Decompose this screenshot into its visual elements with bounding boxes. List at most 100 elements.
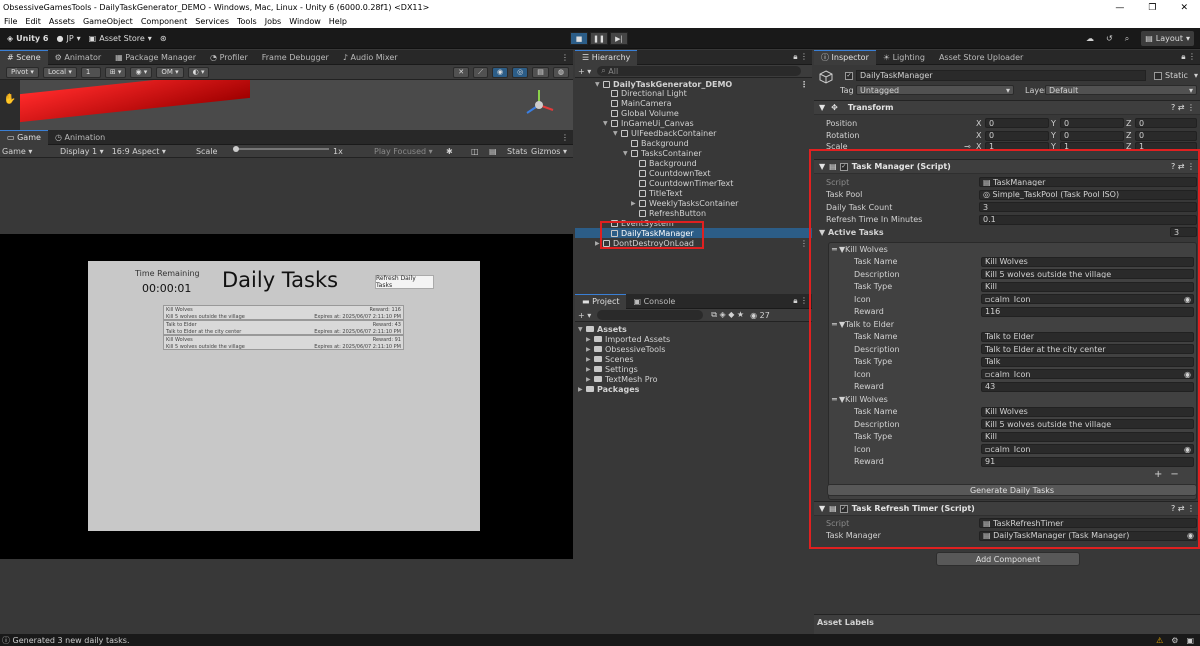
local-dropdown[interactable]: Local ▾ <box>42 66 77 78</box>
tab-console[interactable]: ▣ Console <box>626 294 682 309</box>
tree-item[interactable]: ▼ Assets <box>575 324 812 334</box>
menu-tools[interactable]: Tools <box>233 17 261 26</box>
menu-jobs[interactable]: Jobs <box>261 17 286 26</box>
tree-item[interactable]: ▶ Packages <box>575 384 812 394</box>
hierarchy-item[interactable]: ▶ WeeklyTasksContainer <box>575 198 812 208</box>
menu-services[interactable]: Services <box>191 17 233 26</box>
scene-root[interactable]: ▼ DailyTaskGenerator_DEMO ⋮ <box>575 78 812 89</box>
camera-icon[interactable]: ⟋ <box>473 66 489 78</box>
notification-icon[interactable]: ▣ <box>1186 636 1194 645</box>
aspect-dropdown[interactable]: 16:9 Aspect ▾ <box>112 147 166 156</box>
hierarchy-item[interactable]: Global Volume <box>575 108 812 118</box>
scale-slider[interactable] <box>234 148 329 150</box>
unity-menu-button[interactable]: ◈ Unity 6 <box>3 31 52 46</box>
mute-icon[interactable]: ◫ <box>471 147 479 156</box>
menu-file[interactable]: File <box>0 17 21 26</box>
tools-icon[interactable]: ✕ <box>453 66 470 78</box>
scene-view[interactable]: ✋ <box>0 80 573 130</box>
hierarchy-search-input[interactable]: ⌕ All <box>597 66 802 76</box>
hierarchy-item[interactable]: CountdownText <box>575 168 812 178</box>
shortcut-icon[interactable]: ▤ <box>489 147 497 156</box>
hierarchy-item[interactable]: Directional Light <box>575 88 812 98</box>
menu-gameobject[interactable]: GameObject <box>79 17 137 26</box>
layout-dropdown[interactable]: ▤ Layout ▾ <box>1141 31 1194 46</box>
debug-icon[interactable]: ⚙ <box>1171 636 1178 645</box>
chevron-down-icon[interactable]: ▾ <box>1194 71 1198 80</box>
tab-package-manager[interactable]: ▦ Package Manager <box>108 50 203 65</box>
component-menu-icon[interactable]: ? ⇄ ⋮ <box>1171 103 1200 112</box>
position-z-field[interactable]: 0 <box>1135 118 1197 129</box>
step-button[interactable]: ▶| <box>610 32 628 45</box>
effects-dropdown[interactable]: ◐ ▾ <box>187 66 210 78</box>
tab-audio-mixer[interactable]: ♪ Audio Mixer <box>336 50 405 65</box>
pause-button[interactable]: ❚❚ <box>590 32 608 45</box>
hierarchy-item[interactable]: CountdownTimerText <box>575 178 812 188</box>
grid-size-field[interactable]: 1 <box>80 66 101 78</box>
tab-lighting[interactable]: ☀ Lighting <box>876 50 932 65</box>
tab-hierarchy[interactable]: ☰ Hierarchy <box>575 49 638 65</box>
hierarchy-item[interactable]: ▼ UIFeedbackContainer <box>575 128 812 138</box>
hierarchy-item[interactable]: RefreshButton <box>575 208 812 218</box>
gizmos-dropdown[interactable]: Gizmos ▾ <box>531 147 567 156</box>
asset-store-button[interactable]: ▣ Asset Store ▾ <box>85 31 156 46</box>
bug-icon[interactable]: ✱ <box>446 147 453 156</box>
tab-inspector[interactable]: ⓘ Inspector <box>814 49 876 65</box>
version-control-button[interactable]: ⊛ <box>156 31 171 46</box>
position-y-field[interactable]: 0 <box>1060 118 1124 129</box>
add-icon[interactable]: + ▾ <box>578 67 591 76</box>
active-checkbox[interactable]: ✓ <box>845 72 853 80</box>
filter-icon[interactable]: ⧉ ◈ ◆ ★ <box>711 310 744 320</box>
object-name-input[interactable]: DailyTaskManager <box>856 70 1146 81</box>
more-options-icon[interactable]: ⋮ <box>561 133 573 142</box>
project-search-input[interactable] <box>597 310 704 320</box>
eye-icon[interactable]: ◎ <box>512 66 529 78</box>
position-x-field[interactable]: 0 <box>985 118 1049 129</box>
tag-dropdown[interactable]: Untagged ▾ <box>856 85 1014 95</box>
visibility-icon[interactable]: ◉ <box>492 66 509 78</box>
hierarchy-item[interactable]: ▼ InGameUi_Canvas <box>575 118 812 128</box>
refresh-daily-tasks-button[interactable]: Refresh Daily Tasks <box>375 275 434 289</box>
add-icon[interactable]: + ▾ <box>578 311 591 320</box>
menu-window[interactable]: Window <box>285 17 325 26</box>
hierarchy-item[interactable]: TitleText <box>575 188 812 198</box>
menu-edit[interactable]: Edit <box>21 17 45 26</box>
more-options-icon[interactable]: ⋮ <box>561 53 573 62</box>
progress-icon[interactable]: ⚠ <box>1156 636 1163 645</box>
menu-component[interactable]: Component <box>137 17 191 26</box>
game-mode-dropdown[interactable]: Game ▾ <box>2 147 52 156</box>
tab-profiler[interactable]: ◔ Profiler <box>203 50 255 65</box>
maximize-icon[interactable]: ❐ <box>1148 3 1156 13</box>
tab-project[interactable]: ▬ Project <box>575 293 627 309</box>
minimize-icon[interactable]: — <box>1115 3 1124 13</box>
pivot-dropdown[interactable]: Pivot ▾ <box>6 66 39 78</box>
scale-slider-handle[interactable] <box>233 146 239 152</box>
more-options-icon[interactable]: ⋮ <box>800 80 812 89</box>
layers-icon[interactable]: ▤ <box>532 66 549 78</box>
tree-item[interactable]: ▶ Settings <box>575 364 812 374</box>
tab-game[interactable]: ▭ Game <box>0 129 48 145</box>
hierarchy-item[interactable]: Background <box>575 158 812 168</box>
static-checkbox[interactable] <box>1154 72 1162 80</box>
tab-asset-store-uploader[interactable]: Asset Store Uploader <box>932 50 1030 65</box>
asset-labels-bar[interactable]: Asset Labels <box>814 614 1200 634</box>
stats-button[interactable]: Stats <box>507 147 527 156</box>
play-focused-dropdown[interactable]: Play Focused ▾ <box>374 147 433 156</box>
render-mode-dropdown[interactable]: ◉ ▾ <box>130 66 153 78</box>
rotation-z-field[interactable]: 0 <box>1135 130 1197 141</box>
tree-item[interactable]: ▶ ObsessiveTools <box>575 344 812 354</box>
tab-animator[interactable]: ⚙ Animator <box>48 50 109 65</box>
add-component-button[interactable]: Add Component <box>936 552 1080 566</box>
menu-assets[interactable]: Assets <box>45 17 79 26</box>
tree-item[interactable]: ▶ Imported Assets <box>575 334 812 344</box>
hand-tool-icon[interactable]: ✋ <box>0 94 20 105</box>
layer-dropdown[interactable]: Default ▾ <box>1045 85 1197 95</box>
gizmo-icon[interactable]: ◍ <box>552 66 569 78</box>
snap-dropdown[interactable]: ⊞ ▾ <box>104 66 127 78</box>
hierarchy-item[interactable]: Background <box>575 138 812 148</box>
tab-frame-debugger[interactable]: Frame Debugger <box>255 50 336 65</box>
tab-animation[interactable]: ◷ Animation <box>48 130 112 145</box>
display-dropdown[interactable]: Display 1 ▾ <box>60 147 104 156</box>
tab-scene[interactable]: # Scene <box>0 49 48 65</box>
lock-icon[interactable]: 🔒︎ ⋮ <box>1181 52 1200 62</box>
hierarchy-item[interactable]: ▼ TasksContainer <box>575 148 812 158</box>
